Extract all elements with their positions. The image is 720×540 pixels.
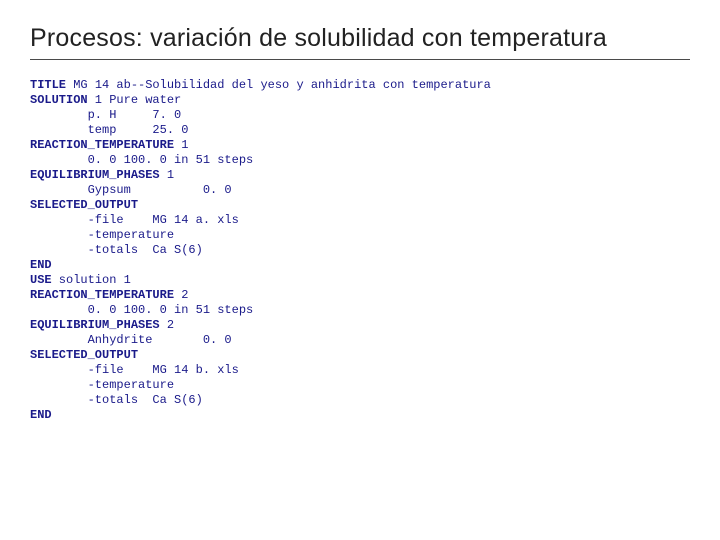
slide: Procesos: variación de solubilidad con t… [0, 0, 720, 540]
kw-ep1: EQUILIBRIUM_PHASES [30, 168, 160, 182]
line-temp: temp 25. 0 [30, 123, 188, 137]
txt-ep2: 2 [160, 318, 174, 332]
line-ep1-phase: Gypsum 0. 0 [30, 183, 232, 197]
slide-title: Procesos: variación de solubilidad con t… [30, 24, 690, 53]
kw-rt2: REACTION_TEMPERATURE [30, 288, 174, 302]
txt-title: MG 14 ab--Solubilidad del yeso y anhidri… [66, 78, 491, 92]
line-rt2-range: 0. 0 100. 0 in 51 steps [30, 303, 253, 317]
kw-so2: SELECTED_OUTPUT [30, 348, 138, 362]
kw-ep2: EQUILIBRIUM_PHASES [30, 318, 160, 332]
line-so1-file: -file MG 14 a. xls [30, 213, 239, 227]
kw-title: TITLE [30, 78, 66, 92]
line-so1-temp: -temperature [30, 228, 174, 242]
line-ph: p. H 7. 0 [30, 108, 181, 122]
title-underline [30, 59, 690, 60]
txt-use: solution 1 [52, 273, 131, 287]
txt-ep1: 1 [160, 168, 174, 182]
kw-rt1: REACTION_TEMPERATURE [30, 138, 174, 152]
code-block: TITLE MG 14 ab--Solubilidad del yeso y a… [30, 78, 690, 423]
txt-rt2: 2 [174, 288, 188, 302]
txt-rt1: 1 [174, 138, 188, 152]
line-so2-totals: -totals Ca S(6) [30, 393, 203, 407]
kw-use: USE [30, 273, 52, 287]
txt-solution: 1 Pure water [88, 93, 182, 107]
kw-so1: SELECTED_OUTPUT [30, 198, 138, 212]
kw-end2: END [30, 408, 52, 422]
line-so2-file: -file MG 14 b. xls [30, 363, 239, 377]
kw-solution: SOLUTION [30, 93, 88, 107]
line-so1-totals: -totals Ca S(6) [30, 243, 203, 257]
line-so2-temp: -temperature [30, 378, 174, 392]
kw-end1: END [30, 258, 52, 272]
line-rt1-range: 0. 0 100. 0 in 51 steps [30, 153, 253, 167]
line-ep2-phase: Anhydrite 0. 0 [30, 333, 232, 347]
